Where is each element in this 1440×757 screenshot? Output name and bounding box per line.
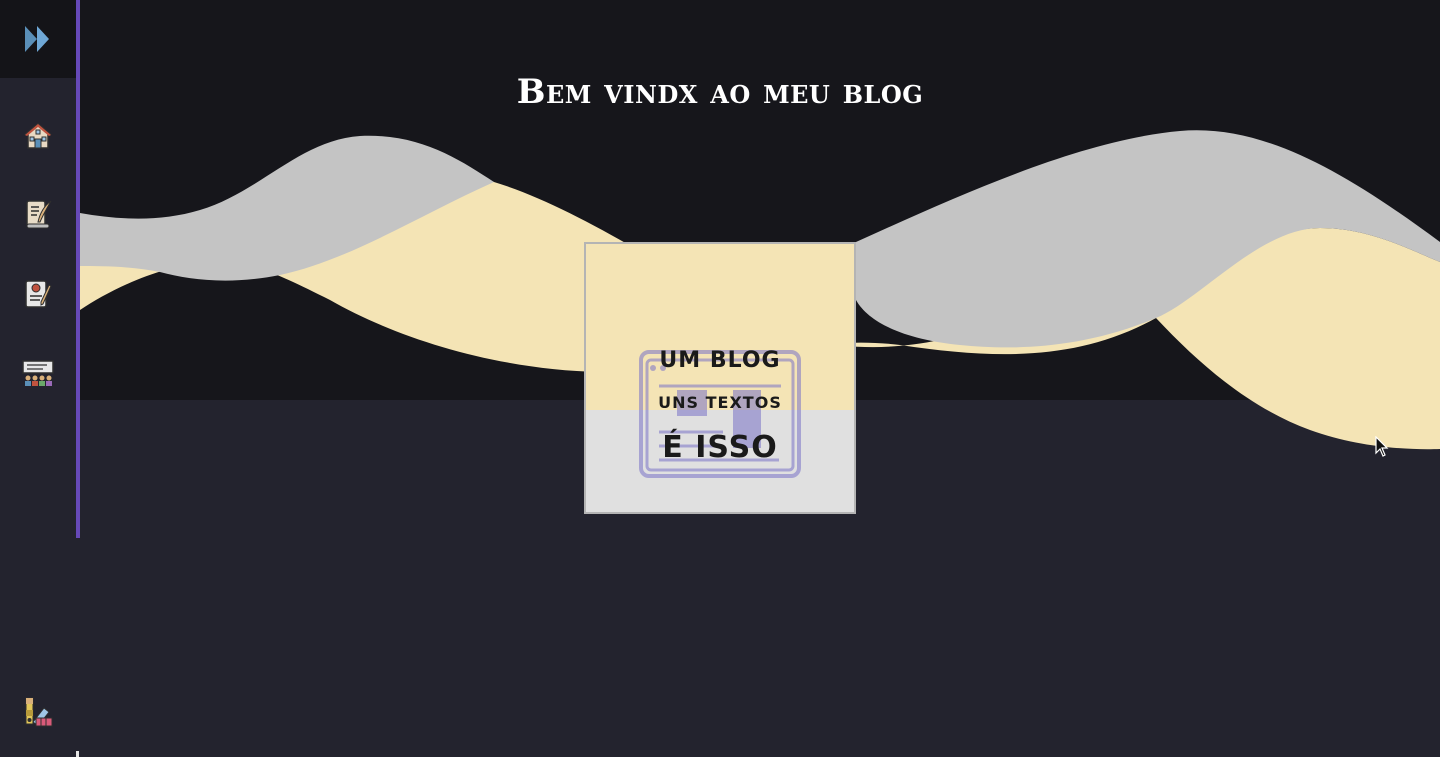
card-subheading: UNS TEXTOS [658, 393, 782, 412]
audience-presentation-icon [22, 360, 54, 386]
sidebar [0, 0, 76, 757]
resume-document-icon [25, 280, 52, 308]
mouse-cursor-icon [1375, 436, 1389, 457]
scroll-quill-icon [26, 200, 52, 229]
card-tagline: É ISSO [662, 430, 778, 465]
sidebar-item-resume[interactable] [0, 262, 76, 326]
intro-card: UM BLOG UNS TEXTOS É ISSO [584, 242, 856, 514]
sidebar-item-talks[interactable] [0, 342, 76, 406]
sidebar-item-home[interactable] [0, 104, 76, 168]
page-title: Bem vindx ao meu blog [516, 72, 924, 112]
card-heading: UM BLOG [659, 348, 781, 373]
sidebar-bottom-marker [76, 751, 79, 757]
house-icon [24, 122, 52, 149]
sidebar-item-texts[interactable] [0, 182, 76, 246]
page: Bem vindx ao meu blog UM BLOG UNS TEXTOS… [0, 0, 1440, 757]
color-palette-icon [25, 697, 53, 727]
theme-switcher-button[interactable] [0, 680, 76, 744]
sidebar-toggle-button[interactable] [0, 0, 76, 78]
double-chevron-right-icon [25, 26, 49, 52]
